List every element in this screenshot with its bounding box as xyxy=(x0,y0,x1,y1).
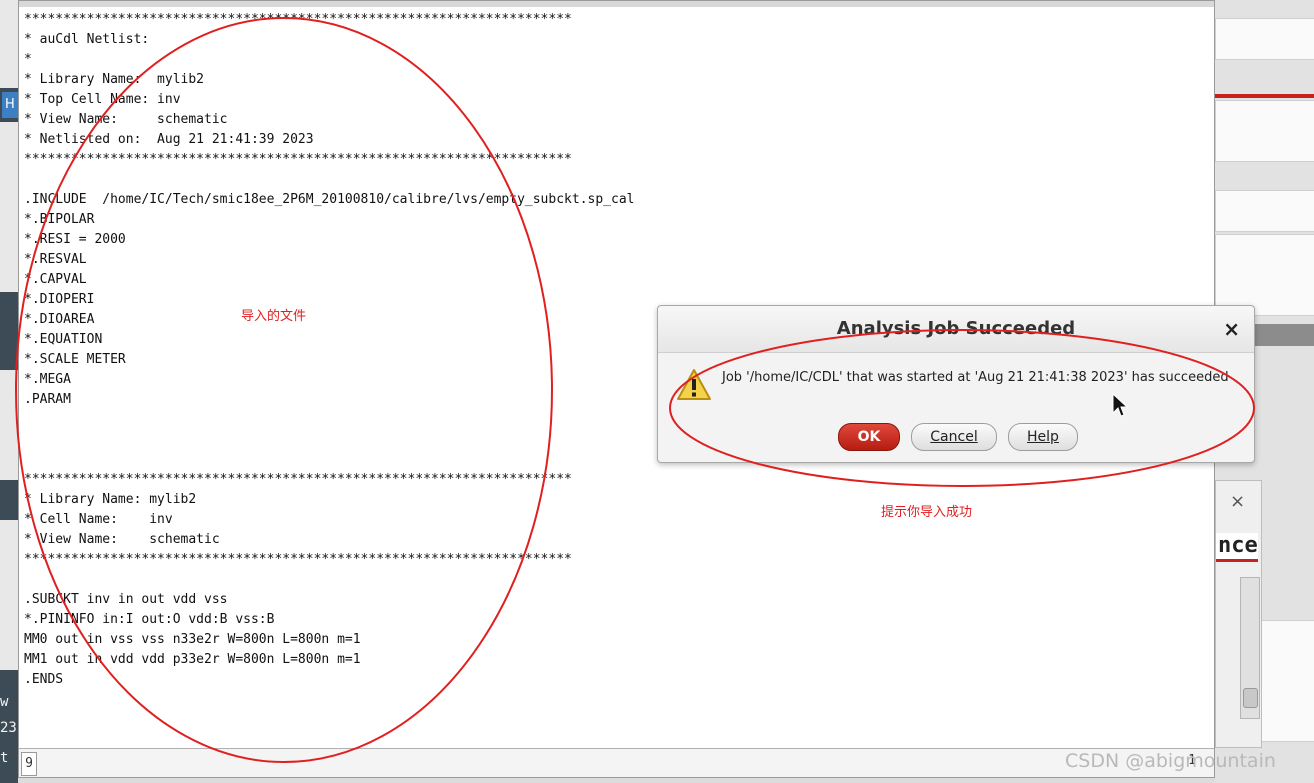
background-window-title: nce xyxy=(1216,533,1258,562)
background-panel xyxy=(0,0,18,88)
background-text-fragment: 23 xyxy=(0,720,17,736)
netlist-line: * Library Name: mylib2 xyxy=(24,492,197,507)
netlist-line: * Top Cell Name: inv xyxy=(24,92,181,107)
netlist-line: *.BIPOLAR xyxy=(24,212,95,227)
netlist-line: MM0 out in vss vss n33e2r W=800n L=800n … xyxy=(24,632,361,647)
netlist-line: ****************************************… xyxy=(24,552,572,567)
dialog-titlebar[interactable]: Analysis Job Succeeded × xyxy=(658,306,1254,353)
background-panel xyxy=(1215,190,1314,232)
analysis-job-dialog: Analysis Job Succeeded × Job '/home/IC/C… xyxy=(657,305,1255,463)
netlist-line: ****************************************… xyxy=(24,472,572,487)
background-app-left-edge: H w 23 t xyxy=(0,0,21,783)
viewer-top-edge xyxy=(19,1,1214,7)
help-button-label: Help xyxy=(1027,429,1059,445)
warning-icon xyxy=(677,369,711,400)
netlist-line: MM1 out in vdd vdd p33e2r W=800n L=800n … xyxy=(24,652,361,667)
netlist-line: *.PININFO in:I out:O vdd:B vss:B xyxy=(24,612,275,627)
netlist-line: * xyxy=(24,52,32,67)
help-button[interactable]: Help xyxy=(1008,423,1078,451)
background-text-fragment: w xyxy=(0,694,9,710)
background-button-label: H xyxy=(5,97,15,112)
scrollbar-thumb[interactable] xyxy=(1243,688,1258,708)
netlist-line: .SUBCKT inv in out vdd vss xyxy=(24,592,228,607)
netlist-line: * Library Name: mylib2 xyxy=(24,72,205,87)
cancel-button-label: Cancel xyxy=(930,429,978,445)
background-panel xyxy=(0,122,18,292)
background-panel xyxy=(1215,234,1314,316)
close-icon[interactable]: × xyxy=(1230,491,1245,512)
netlist-line: .ENDS xyxy=(24,672,64,687)
netlist-line: * Netlisted on: Aug 21 21:41:39 2023 xyxy=(24,132,314,147)
netlist-line: *.CAPVAL xyxy=(24,272,87,287)
netlist-line: *.RESI = 2000 xyxy=(24,232,126,247)
annotation-label-file: 导入的文件 xyxy=(241,309,307,324)
background-panel xyxy=(0,520,18,670)
ok-button[interactable]: OK xyxy=(838,423,900,451)
line-number-field[interactable]: 9 xyxy=(21,752,37,776)
netlist-line: * auCdl Netlist: xyxy=(24,32,150,47)
netlist-line: * View Name: schematic xyxy=(24,532,220,547)
background-panel xyxy=(1215,100,1314,162)
netlist-line: ****************************************… xyxy=(24,152,572,167)
background-panel xyxy=(1215,18,1314,60)
close-icon[interactable]: × xyxy=(1223,317,1240,341)
netlist-line: * View Name: schematic xyxy=(24,112,228,127)
mouse-cursor-icon xyxy=(1112,393,1128,417)
cancel-button[interactable]: Cancel xyxy=(911,423,997,451)
netlist-line xyxy=(24,170,1214,190)
scrollbar[interactable] xyxy=(1240,577,1260,719)
dialog-message: Job '/home/IC/CDL' that was started at '… xyxy=(722,370,1229,385)
status-bar: 9 1 xyxy=(19,748,1214,777)
netlist-line: *.RESVAL xyxy=(24,252,87,267)
background-panel xyxy=(0,370,18,480)
background-window: × nce xyxy=(1215,480,1262,748)
ok-button-label: OK xyxy=(857,429,881,445)
dialog-title: Analysis Job Succeeded xyxy=(836,318,1076,339)
background-red-rule xyxy=(1215,94,1314,98)
netlist-line xyxy=(24,570,1214,590)
netlist-line: * Cell Name: inv xyxy=(24,512,173,527)
background-text-fragment: t xyxy=(0,750,9,766)
netlist-line: .INCLUDE /home/IC/Tech/smic18ee_2P6M_201… xyxy=(24,192,635,207)
watermark: CSDN @abigmountain xyxy=(1065,750,1276,772)
annotation-label-success: 提示你导入成功 xyxy=(881,505,973,520)
netlist-line: ****************************************… xyxy=(24,12,572,27)
